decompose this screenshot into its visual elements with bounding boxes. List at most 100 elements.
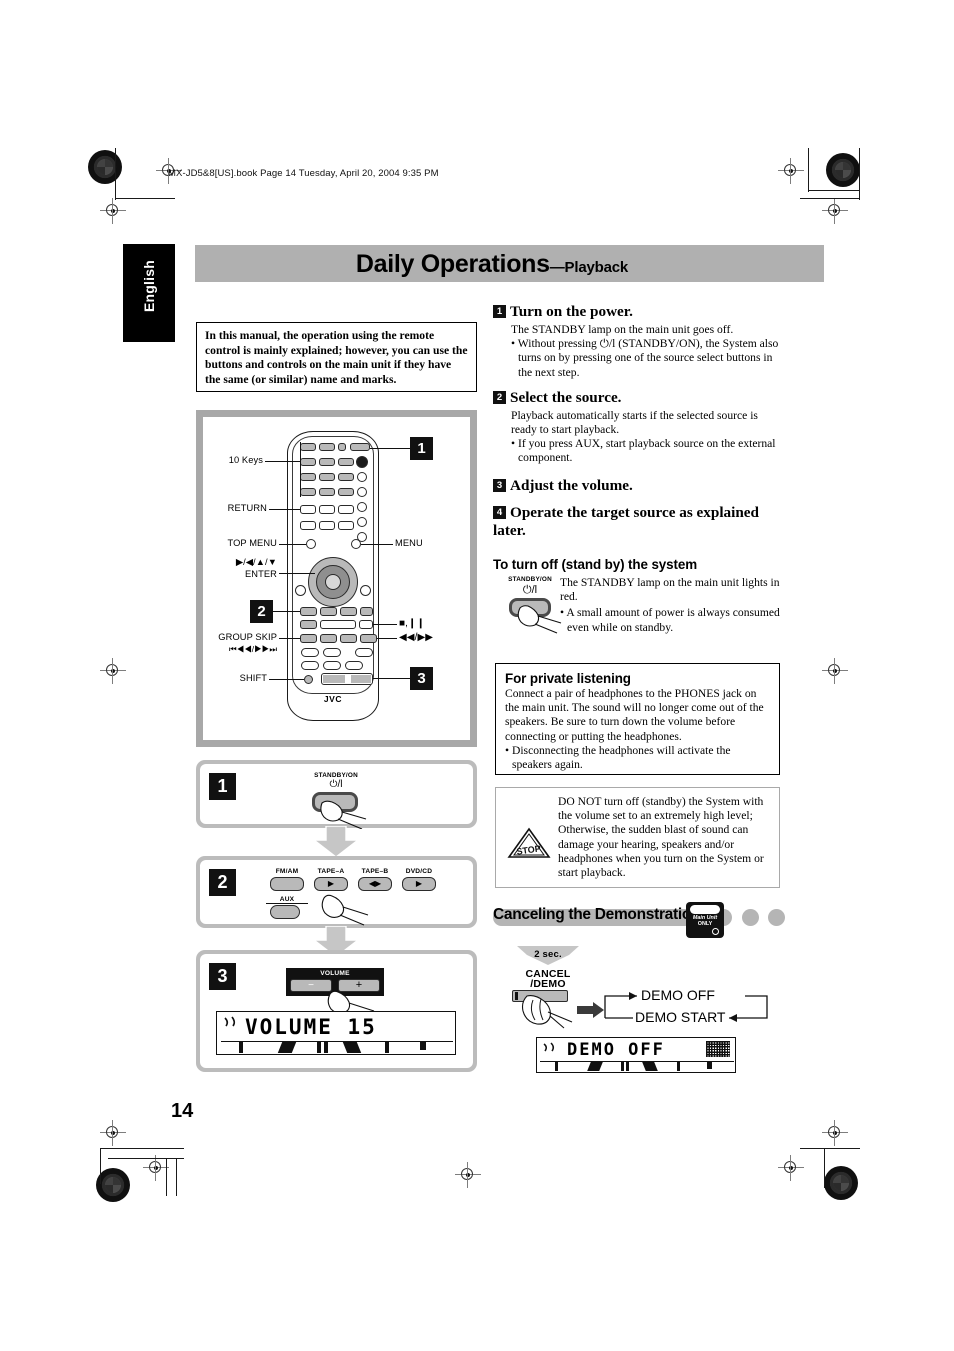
badge3-leader: [373, 678, 410, 679]
remote-numeric-key[interactable]: [319, 458, 335, 466]
remote-oval-key[interactable]: [301, 661, 319, 670]
lcd-indicator: [555, 1062, 558, 1071]
step-4: 4 Operate the target source as explained …: [493, 504, 785, 540]
remote-round-key[interactable]: [357, 517, 367, 527]
remote-numeric-key[interactable]: [319, 488, 335, 496]
remote-oval-key[interactable]: [345, 661, 363, 670]
remote-numeric-key[interactable]: [300, 458, 316, 466]
remote-source-key[interactable]: [340, 607, 357, 616]
remote-numeric-key[interactable]: [319, 473, 335, 481]
step-1-body: The STANDBY lamp on the main unit goes o…: [511, 323, 734, 336]
remote-numeric-key[interactable]: [300, 488, 316, 496]
standby-text-block: The STANDBY lamp on the main unit lights…: [560, 574, 786, 635]
stop-icon: STOP: [506, 826, 552, 860]
remote-numeric-key[interactable]: [338, 473, 354, 481]
remote-volume-down[interactable]: [323, 675, 345, 683]
label-top-menu: TOP MENU: [227, 538, 277, 548]
remote-round-key[interactable]: [360, 585, 371, 596]
remote-numeric-key[interactable]: [338, 443, 346, 451]
remote-round-key[interactable]: [295, 585, 306, 596]
lcd-indicator: [277, 1042, 297, 1053]
source-button-fmam[interactable]: [270, 877, 304, 891]
remote-source-key[interactable]: [300, 607, 317, 616]
standby-on-symbol-2: ⏻/l: [522, 584, 538, 596]
leader-line-stop: [373, 624, 397, 625]
remote-oval-key[interactable]: [301, 648, 319, 657]
leader-line-enter: [279, 573, 315, 574]
remote-stop-pause-key-2[interactable]: [359, 620, 373, 629]
remote-round-key[interactable]: [356, 456, 368, 468]
remote-oval-key[interactable]: [355, 648, 373, 657]
remote-round-key[interactable]: [357, 502, 367, 512]
remote-source-key[interactable]: [320, 607, 337, 616]
remote-search-key[interactable]: [340, 634, 357, 643]
remote-control-diagram: JVC 10 Keys RETURN TOP MENU ▶/◀/▲/▼ ENTE…: [196, 410, 477, 747]
manual-page: MX-JD5&8[US].book Page 14 Tuesday, April…: [0, 0, 954, 1351]
step-4-title: Operate the target source as explained l…: [493, 503, 759, 539]
label-return: RETURN: [227, 503, 267, 513]
label-enter: ENTER: [244, 569, 277, 579]
lcd-indicator: [324, 1042, 328, 1053]
decor-dot: [768, 909, 785, 926]
remote-group-skip-key[interactable]: [300, 634, 317, 643]
remote-shift-key[interactable]: [304, 675, 313, 684]
label-dpad-directions: ▶/◀/▲/▼: [235, 557, 277, 567]
remote-volume-up[interactable]: [351, 675, 371, 683]
registration-mark-left-lower: [100, 1120, 126, 1146]
registration-mark-left-mid: [100, 658, 126, 684]
main-unit-badge-knob: [712, 928, 719, 935]
remote-menu-key[interactable]: [351, 539, 361, 549]
source-button-aux[interactable]: [270, 905, 300, 919]
label-menu: MENU: [395, 538, 423, 548]
pointing-hand-icon: [318, 799, 380, 829]
remote-white-key[interactable]: [319, 505, 335, 514]
source-symbol-tapeb: ◀▶: [368, 879, 382, 888]
remote-white-key[interactable]: [338, 505, 354, 514]
remote-power-key[interactable]: [350, 443, 370, 451]
remote-play-key[interactable]: [300, 620, 317, 629]
source-button-label-tapeb: TAPE–B: [361, 868, 389, 875]
remote-white-key[interactable]: [300, 521, 316, 530]
leader-line-search: [377, 638, 397, 639]
pointing-hand-icon: [318, 892, 378, 926]
crop-mark-top-left: [115, 148, 175, 200]
registration-mark-left-upper: [100, 198, 126, 224]
remote-oval-key[interactable]: [323, 648, 341, 657]
remote-enter-key[interactable]: [325, 574, 341, 590]
remote-round-key[interactable]: [357, 472, 367, 482]
manual-note-text: In this manual, the operation using the …: [205, 329, 468, 386]
step-panel-3: 3 VOLUME − + VOLUME 15: [196, 950, 477, 1072]
remote-oval-key[interactable]: [323, 661, 341, 670]
label-shift: SHIFT: [239, 673, 267, 683]
remote-source-key[interactable]: [360, 607, 373, 616]
remote-numeric-key[interactable]: [300, 443, 316, 451]
volume-lcd-text: VOLUME 15: [245, 1015, 377, 1039]
remote-numeric-key[interactable]: [319, 443, 335, 451]
remote-search-key-2[interactable]: [360, 634, 377, 643]
page-title: Daily Operations—Playback: [356, 250, 628, 279]
main-unit-badge-line2: ONLY: [697, 921, 713, 927]
remote-white-key[interactable]: [319, 521, 335, 530]
source-symbol-tapea: ▶: [327, 879, 335, 888]
remote-top-menu-key[interactable]: [306, 539, 316, 549]
file-header-line: MX-JD5&8[US].book Page 14 Tuesday, April…: [168, 168, 439, 179]
standby-body: The STANDBY lamp on the main unit lights…: [560, 576, 780, 604]
remote-numeric-key[interactable]: [338, 458, 354, 466]
remote-group-skip-key-2[interactable]: [320, 634, 337, 643]
remote-white-key[interactable]: [338, 521, 354, 530]
remote-round-key[interactable]: [357, 487, 367, 497]
remote-numeric-key[interactable]: [338, 488, 354, 496]
caution-body: DO NOT turn off (standby) the System wit…: [558, 795, 764, 880]
remote-numeric-key[interactable]: [300, 473, 316, 481]
label-skip-arrows: ⏮◀◀/▶▶⏭: [229, 644, 277, 654]
private-listening-box: For private listening Connect a pair of …: [495, 663, 780, 775]
remote-stop-pause-key[interactable]: [320, 620, 356, 629]
cancel-demo-label-line2: /DEMO: [530, 978, 566, 990]
volume-caption: VOLUME: [320, 970, 350, 977]
caution-box: STOP DO NOT turn off (standby) the Syste…: [495, 787, 780, 888]
lcd-indicator: [317, 1042, 321, 1053]
remote-return-key[interactable]: [300, 505, 316, 514]
step-3: 3 Adjust the volume.: [493, 477, 785, 495]
leader-line-topmenu: [279, 544, 306, 545]
standby-bullet: • A small amount of power is always cons…: [560, 606, 780, 634]
